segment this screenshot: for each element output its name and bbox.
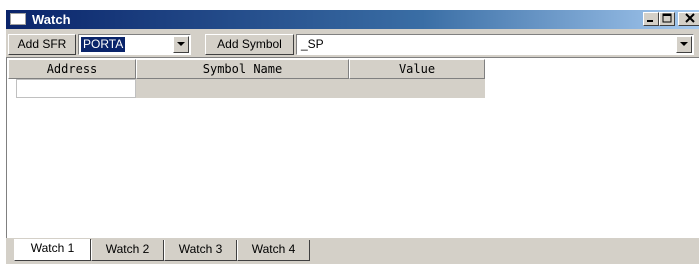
close-icon [684, 13, 695, 23]
symbol-select-value: _SP [301, 37, 324, 51]
minimize-button[interactable] [643, 12, 659, 26]
chevron-down-icon[interactable] [173, 36, 189, 53]
watch-list: Address Symbol Name Value [6, 57, 699, 238]
add-symbol-label: Add Symbol [217, 37, 282, 51]
tab-label: Watch 1 [30, 241, 75, 255]
add-sfr-label: Add SFR [17, 37, 67, 51]
window-icon [10, 13, 26, 25]
tab-watch-3[interactable]: Watch 3 [164, 240, 237, 261]
tab-watch-1[interactable]: Watch 1 [14, 239, 91, 261]
value-cell [349, 79, 485, 98]
watch-tabs: Watch 1 Watch 2 Watch 3 Watch 4 [6, 239, 699, 264]
address-edit-cell[interactable] [16, 79, 136, 98]
sfr-select-value: PORTA [81, 37, 126, 52]
add-symbol-button[interactable]: Add Symbol [205, 34, 294, 55]
close-button[interactable] [678, 12, 699, 26]
minimize-icon [647, 20, 653, 22]
restore-button[interactable] [659, 12, 675, 26]
sfr-select[interactable]: PORTA [78, 34, 191, 55]
restore-icon [662, 13, 672, 23]
symbol-name-cell [136, 79, 349, 98]
column-header-symbol-name[interactable]: Symbol Name [136, 59, 349, 79]
chevron-down-icon[interactable] [676, 36, 692, 53]
column-header-value[interactable]: Value [349, 59, 485, 79]
tab-label: Watch 2 [105, 242, 150, 256]
tab-label: Watch 4 [251, 242, 296, 256]
title-bar[interactable]: Watch [6, 10, 699, 29]
tab-watch-2[interactable]: Watch 2 [91, 240, 164, 261]
window-title: Watch [32, 12, 71, 27]
add-sfr-button[interactable]: Add SFR [8, 34, 76, 55]
symbol-select[interactable]: _SP [296, 34, 694, 55]
column-header-address[interactable]: Address [8, 59, 136, 79]
tab-label: Watch 3 [178, 242, 223, 256]
tab-watch-4[interactable]: Watch 4 [237, 240, 310, 261]
watch-window: Watch Add SFR PORTA Add Symbol _SP Addre… [5, 9, 699, 264]
watch-toolbar: Add SFR PORTA Add Symbol _SP [6, 31, 699, 57]
